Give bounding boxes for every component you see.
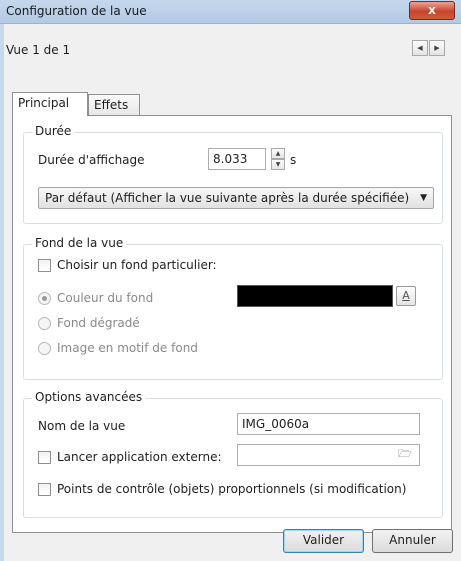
external-app-input[interactable] [237, 444, 420, 466]
color-picker-button[interactable]: A [396, 286, 416, 306]
image-pattern-radio[interactable] [38, 342, 51, 355]
spin-up-button[interactable]: ▲ [271, 148, 285, 159]
background-color-swatch[interactable] [237, 285, 393, 307]
external-app-label: Lancer application externe: [57, 450, 222, 464]
previous-view-button[interactable]: ◀ [412, 40, 428, 56]
close-button[interactable]: x [409, 1, 455, 20]
custom-background-label: Choisir un fond particulier: [57, 258, 217, 272]
dialog-window: Configuration de la vue x Vue 1 de 1 ◀ ▶… [0, 0, 461, 561]
group-title: Options avancées [32, 390, 146, 404]
background-color-radio[interactable] [38, 292, 51, 305]
group-title: Fond de la vue [32, 236, 127, 250]
duration-spinner: ▲ ▼ [271, 148, 285, 170]
spin-down-icon: ▼ [275, 161, 281, 168]
gradient-radio[interactable] [38, 317, 51, 330]
triangle-right-icon: ▶ [434, 44, 440, 52]
title-bar[interactable]: Configuration de la vue x [0, 0, 461, 24]
background-group: Fond de la vue Choisir un fond particuli… [23, 236, 443, 380]
display-duration-label: Durée d'affichage [38, 153, 145, 167]
control-points-checkbox[interactable] [38, 483, 51, 496]
folder-icon[interactable]: 🗁 [395, 445, 415, 465]
dialog-content: Vue 1 de 1 ◀ ▶ Principal Effets Durée Du… [4, 24, 461, 561]
control-points-label: Points de contrôle (objets) proportionne… [57, 482, 407, 496]
image-pattern-label: Image en motif de fond [57, 341, 198, 355]
page-indicator: Vue 1 de 1 [6, 43, 71, 57]
triangle-left-icon: ◀ [417, 44, 423, 52]
spin-down-button[interactable]: ▼ [271, 159, 285, 170]
advanced-options-group: Options avancées Nom de la vue IMG_0060a… [23, 390, 443, 518]
tab-effets[interactable]: Effets [88, 94, 140, 116]
display-duration-input[interactable]: 8.033 [208, 148, 266, 170]
underlined-a-icon: A [402, 289, 410, 302]
tab-label: Effets [94, 98, 129, 112]
background-color-label: Couleur du fond [57, 291, 154, 305]
duration-mode-select[interactable]: Par défaut (Afficher la vue suivante apr… [38, 187, 434, 209]
tab-principal[interactable]: Principal [12, 92, 88, 116]
custom-background-checkbox[interactable] [38, 259, 51, 272]
ok-button[interactable]: Valider [283, 529, 364, 553]
window-title: Configuration de la vue [6, 4, 147, 18]
group-title: Durée [32, 124, 75, 138]
close-icon: x [428, 3, 436, 17]
view-name-input[interactable]: IMG_0060a [237, 413, 420, 435]
next-view-button[interactable]: ▶ [429, 40, 445, 56]
gradient-label: Fond dégradé [57, 316, 140, 330]
ok-button-label: Valider [302, 533, 345, 547]
tab-label: Principal [18, 96, 70, 110]
cancel-button[interactable]: Annuler [372, 529, 453, 553]
chevron-down-icon: ▼ [420, 193, 427, 203]
duration-mode-value: Par défaut (Afficher la vue suivante apr… [45, 191, 410, 205]
view-name-label: Nom de la vue [38, 419, 126, 433]
spin-up-icon: ▲ [275, 150, 281, 157]
duration-unit: s [290, 153, 297, 167]
external-app-checkbox[interactable] [38, 451, 51, 464]
duration-group: Durée Durée d'affichage 8.033 ▲ ▼ s Par … [23, 124, 443, 224]
tab-panel-principal: Durée Durée d'affichage 8.033 ▲ ▼ s Par … [12, 115, 452, 533]
cancel-button-label: Annuler [389, 533, 436, 547]
view-navigation: ◀ ▶ [412, 40, 445, 56]
